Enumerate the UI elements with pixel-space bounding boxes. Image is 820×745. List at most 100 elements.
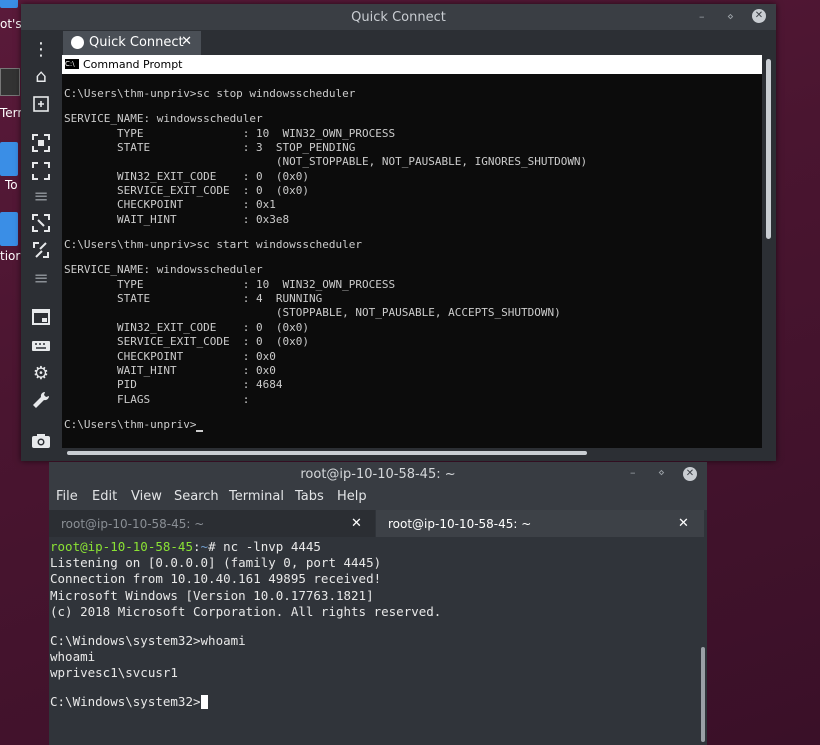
hamburger-icon[interactable]: ≡: [31, 269, 51, 289]
minimize-icon[interactable]: –: [630, 466, 636, 479]
desktop-label: To: [5, 178, 18, 192]
terminal-output[interactable]: root@ip-10-10-58-45:~# nc -lnvp 4445 Lis…: [50, 539, 697, 745]
output-line: (NOT_STOPPABLE, NOT_PAUSABLE, IGNORES_SH…: [64, 155, 588, 169]
desktop-label: ot's: [0, 17, 22, 31]
menu-search[interactable]: Search: [174, 489, 219, 504]
menu-bar: File Edit View Search Terminal Tabs Help: [49, 486, 707, 510]
output-line: SERVICE_EXIT_CODE : 0 (0x0): [64, 184, 310, 198]
cmd-title: Command Prompt: [83, 58, 183, 71]
maximize-icon[interactable]: ⋄: [658, 466, 665, 479]
resize-icon[interactable]: [31, 213, 51, 233]
prompt-user: root@ip-10-10-58-45: [50, 539, 193, 554]
menu-dots-icon[interactable]: ⋮: [31, 40, 51, 60]
tab-active[interactable]: root@ip-10-10-58-45: ~ ✕: [376, 510, 704, 537]
output-line: FLAGS :: [64, 392, 250, 406]
output-line: TYPE : 10 WIN32_OWN_PROCESS: [64, 277, 396, 291]
close-icon[interactable]: ✕: [752, 9, 766, 23]
window-title: root@ip-10-10-58-45: ~: [300, 467, 456, 482]
tab-label: root@ip-10-10-58-45: ~: [388, 517, 532, 531]
window-icon[interactable]: [31, 307, 51, 327]
output-line: WIN32_EXIT_CODE : 0 (0x0): [64, 320, 310, 334]
tab-label: root@ip-10-10-58-45: ~: [61, 517, 205, 531]
output-line: TYPE : 10 WIN32_OWN_PROCESS: [64, 126, 396, 140]
cmd-output[interactable]: C:\Users\thm-unpriv>sc stop windowssched…: [64, 87, 762, 433]
connection-icon: [71, 36, 84, 49]
output-line: STATE : 3 STOP_PENDING: [64, 141, 356, 155]
folder-icon[interactable]: [0, 0, 18, 8]
scrollbar-thumb[interactable]: [67, 451, 587, 455]
wrench-icon[interactable]: [31, 390, 51, 410]
output-line: wprivesc1\svcusr1: [50, 664, 178, 680]
fit-icon[interactable]: [31, 240, 51, 260]
cmd-cursor: [196, 430, 204, 433]
output-line: CHECKPOINT : 0x0: [64, 349, 276, 363]
window-title: Quick Connect: [351, 10, 446, 25]
output-line: WIN32_EXIT_CODE : 0 (0x0): [64, 169, 310, 183]
menu-terminal[interactable]: Terminal: [229, 489, 284, 504]
new-tab-icon[interactable]: [31, 94, 51, 114]
folder-icon[interactable]: [0, 142, 18, 176]
menu-edit[interactable]: Edit: [92, 489, 117, 504]
vertical-scrollbar[interactable]: [764, 55, 773, 460]
expand-icon[interactable]: [31, 161, 51, 181]
tab-close-icon[interactable]: ✕: [678, 516, 689, 531]
output-line: C:\Windows\system32>whoami: [50, 632, 246, 648]
output-line: C:\Users\thm-unpriv>sc stop windowssched…: [64, 87, 356, 100]
tab-inactive[interactable]: root@ip-10-10-58-45: ~ ✕: [49, 510, 375, 537]
output-line: C:\Users\thm-unpriv>sc start windowssche…: [64, 238, 363, 252]
terminal-cursor: [200, 694, 208, 709]
sidebar: ⋮ ⌂ ≡ ≡ ⚙: [21, 30, 59, 461]
settings-icon[interactable]: ⚙: [31, 364, 51, 384]
quick-connect-window: Quick Connect – ⋄ ✕ ⋮ ⌂ ≡ ≡ ⚙ Quick Conn…: [21, 4, 776, 461]
output-line: (STOPPABLE, NOT_PAUSABLE, ACCEPTS_SHUTDO…: [64, 306, 561, 320]
final-prompt: C:\Windows\system32>: [50, 693, 201, 709]
minimize-icon[interactable]: –: [699, 10, 705, 23]
tab-bar: root@ip-10-10-58-45: ~ ✕ root@ip-10-10-5…: [49, 510, 707, 538]
desktop-label: tior: [0, 249, 21, 263]
hamburger-icon[interactable]: ≡: [31, 187, 51, 207]
prompt-command: # nc -lnvp 4445: [208, 539, 321, 554]
output-line: STATE : 4 RUNNING: [64, 292, 323, 306]
output-line: CHECKPOINT : 0x1: [64, 198, 276, 212]
output-line: whoami: [50, 648, 96, 664]
menu-tabs[interactable]: Tabs: [295, 489, 324, 504]
home-icon[interactable]: ⌂: [31, 67, 51, 87]
menu-view[interactable]: View: [131, 489, 162, 504]
window-titlebar[interactable]: root@ip-10-10-58-45: ~ – ⋄ ✕: [49, 462, 707, 486]
maximize-icon[interactable]: ⋄: [727, 10, 734, 23]
menu-file[interactable]: File: [56, 489, 78, 504]
output-line: Connection from 10.10.40.161 49895 recei…: [50, 571, 382, 587]
scrollbar-thumb[interactable]: [766, 59, 771, 239]
output-line: SERVICE_EXIT_CODE : 0 (0x0): [64, 335, 310, 349]
output-line: WAIT_HINT : 0x3e8: [64, 212, 290, 226]
terminal-window: root@ip-10-10-58-45: ~ – ⋄ ✕ File Edit V…: [49, 462, 707, 745]
fullscreen-icon[interactable]: [31, 133, 51, 153]
output-line: PID : 4684: [64, 378, 283, 392]
prompt-separator: :: [193, 539, 201, 554]
horizontal-scrollbar[interactable]: [63, 448, 763, 457]
tab-close-icon[interactable]: ✕: [351, 516, 362, 531]
tab-label: Quick Connect: [89, 35, 184, 50]
output-line: (c) 2018 Microsoft Corporation. All righ…: [50, 603, 442, 619]
command-prompt-window[interactable]: C:\ Command Prompt C:\Users\thm-unpriv>s…: [62, 55, 762, 448]
output-line: SERVICE_NAME: windowsscheduler: [64, 112, 263, 126]
folder-icon[interactable]: [0, 212, 18, 246]
output-line: Microsoft Windows [Version 10.0.17763.18…: [50, 587, 374, 603]
camera-icon[interactable]: [31, 431, 51, 451]
cmd-icon: C:\: [65, 59, 79, 69]
scrollbar-thumb[interactable]: [701, 647, 705, 742]
window-titlebar[interactable]: Quick Connect – ⋄ ✕: [21, 4, 776, 30]
tab-quick-connect[interactable]: Quick Connect ✕: [63, 31, 201, 55]
output-line: Listening on [0.0.0.0] (family 0, port 4…: [50, 555, 382, 571]
menu-help[interactable]: Help: [337, 489, 367, 504]
keyboard-icon[interactable]: [31, 336, 51, 356]
close-icon[interactable]: ✕: [683, 467, 697, 481]
tab-close-icon[interactable]: ✕: [181, 34, 192, 49]
terminal-icon[interactable]: [0, 68, 20, 96]
